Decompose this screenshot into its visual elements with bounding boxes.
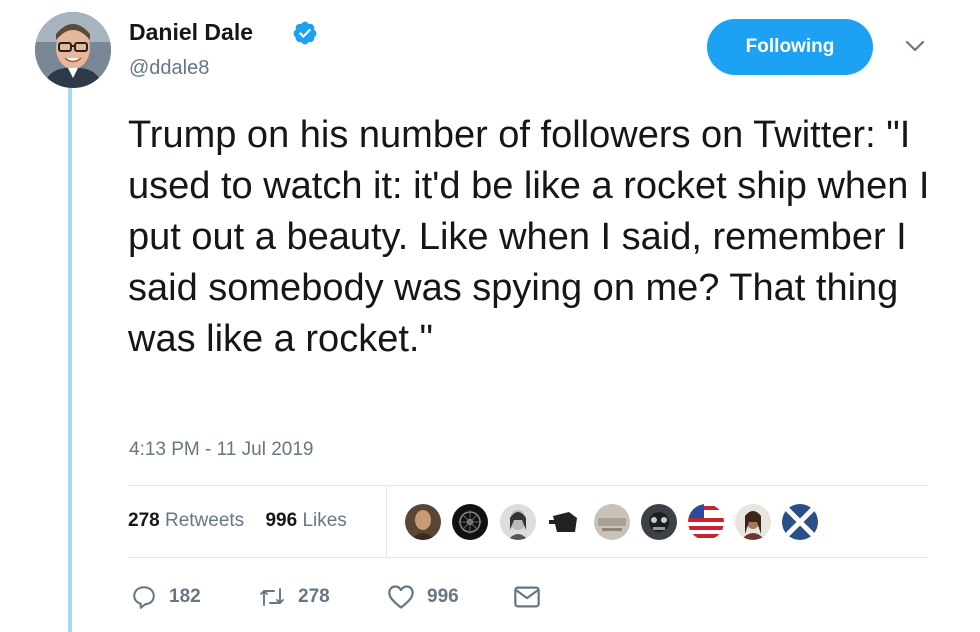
heart-icon (388, 585, 414, 609)
divider (128, 485, 928, 486)
chevron-down-icon[interactable] (904, 38, 926, 54)
like-count: 996 (427, 586, 459, 607)
reply-button[interactable]: 182 (131, 584, 201, 610)
direct-message-button[interactable] (513, 584, 541, 610)
like-button[interactable]: 996 (387, 584, 459, 610)
likes-stat[interactable]: 996 Likes (265, 510, 346, 531)
thread-line (68, 88, 72, 632)
retweet-button[interactable]: 278 (258, 584, 330, 610)
tweet-timestamp[interactable]: 4:13 PM - 11 Jul 2019 (129, 439, 313, 461)
author-name[interactable]: Daniel Dale (129, 19, 253, 46)
divider (128, 557, 928, 558)
avatar[interactable] (35, 12, 111, 88)
retweets-label: Retweets (164, 510, 245, 531)
retweet-count: 278 (298, 586, 330, 607)
verified-badge-icon (293, 21, 317, 45)
liker-avatar[interactable] (782, 504, 818, 540)
stats-row: 278 Retweets 996 Likes (128, 510, 363, 532)
following-button[interactable]: Following (707, 19, 873, 75)
stats-separator (386, 485, 387, 557)
liker-avatar[interactable] (735, 504, 771, 540)
liker-avatar[interactable] (594, 504, 630, 540)
likes-count: 996 (265, 510, 298, 531)
liker-avatar[interactable] (688, 504, 724, 540)
retweets-count: 278 (128, 510, 160, 531)
mail-icon (514, 586, 540, 608)
liker-avatar[interactable] (547, 504, 583, 540)
reply-icon (133, 586, 155, 609)
liker-avatar[interactable] (500, 504, 536, 540)
tweet-text: Trump on his number of followers on Twit… (128, 114, 930, 360)
liker-avatar[interactable] (405, 504, 441, 540)
reply-count: 182 (169, 586, 201, 607)
likes-label: Likes (302, 510, 347, 531)
liker-avatar[interactable] (452, 504, 488, 540)
retweet-icon (260, 588, 284, 606)
retweets-stat[interactable]: 278 Retweets (128, 510, 244, 531)
liker-avatar[interactable] (641, 504, 677, 540)
author-handle[interactable]: @ddale8 (129, 57, 209, 80)
avatar-image (35, 12, 111, 88)
